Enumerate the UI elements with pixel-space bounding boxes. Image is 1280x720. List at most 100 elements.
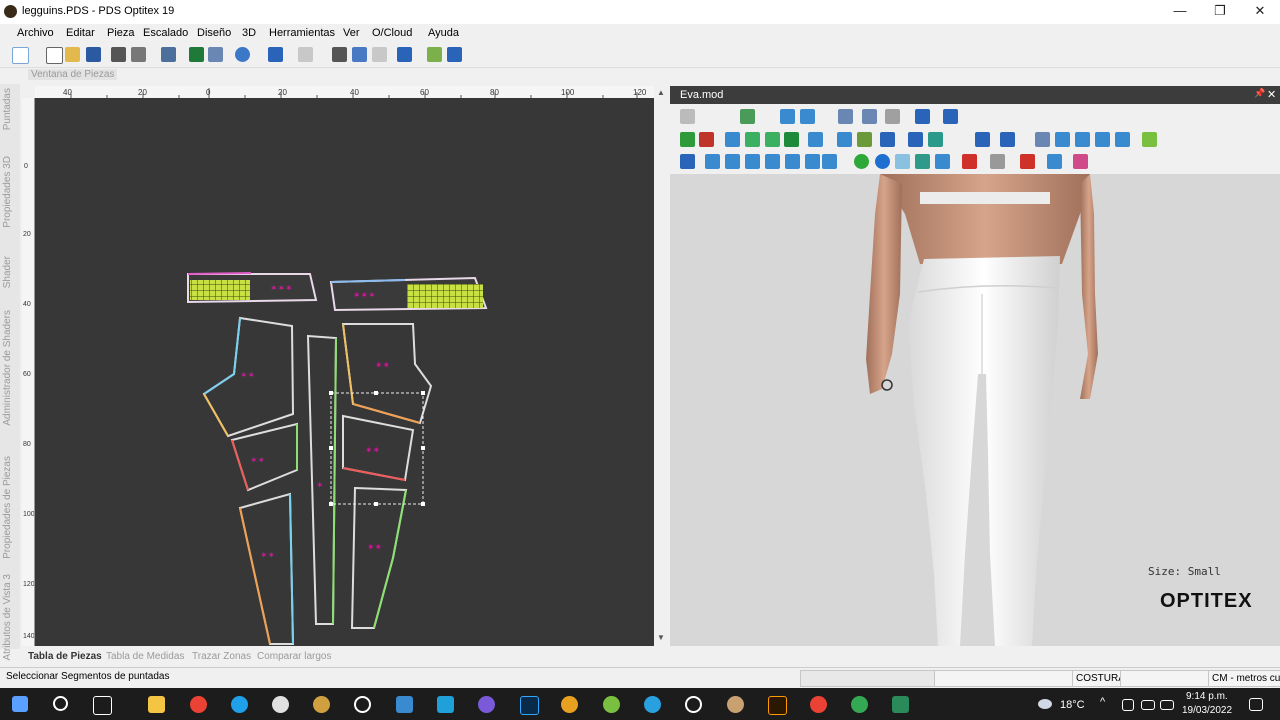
piece-icon[interactable]: [397, 47, 412, 62]
tool-icon[interactable]: [880, 132, 895, 147]
view3d-viewport[interactable]: Size: Small OPTITEX: [670, 174, 1280, 646]
app-icon[interactable]: [478, 696, 495, 713]
export-icon[interactable]: [161, 47, 176, 62]
tool-icon[interactable]: [975, 132, 990, 147]
tool-icon[interactable]: [725, 132, 740, 147]
tool-icon[interactable]: [838, 109, 853, 124]
temperature[interactable]: 18°C: [1060, 699, 1085, 711]
menu-editar[interactable]: Editar: [66, 27, 95, 39]
scroll-down-icon[interactable]: ▼: [657, 633, 665, 642]
scroll-up-icon[interactable]: ▲: [657, 88, 665, 97]
app-icon[interactable]: [313, 696, 330, 713]
task-view-icon[interactable]: [93, 696, 112, 715]
app-icon[interactable]: [685, 696, 702, 713]
play-icon[interactable]: [784, 132, 799, 147]
selection-handle[interactable]: [421, 446, 425, 450]
tool-icon[interactable]: [1115, 132, 1130, 147]
menu-escalado[interactable]: Escalado: [143, 27, 188, 39]
recycle-icon[interactable]: [680, 132, 695, 147]
menu-ayuda[interactable]: Ayuda: [428, 27, 459, 39]
back-leg-piece[interactable]: ✶✶: [238, 492, 295, 645]
piece-window-scrollbar[interactable]: ▲ ▼: [654, 86, 667, 646]
network-icon[interactable]: [1122, 699, 1134, 711]
plot-icon[interactable]: [131, 47, 146, 62]
menu-ocloud[interactable]: O/Cloud: [372, 27, 412, 39]
menu-archivo[interactable]: Archivo: [17, 27, 54, 39]
pattern-canvas[interactable]: ✶✶✶ ✶✶✶ ✶✶ ✶✶ ✶✶ ✶ ✶✶ ✶✶ ✶✶: [35, 98, 654, 646]
close-button[interactable]: ✕: [1240, 0, 1280, 24]
zoom-icon[interactable]: [235, 47, 250, 62]
side-strip-piece[interactable]: ✶: [306, 334, 338, 625]
tool-icon[interactable]: [699, 132, 714, 147]
chevron-up-icon[interactable]: ^: [1100, 696, 1105, 708]
selection-handle[interactable]: [329, 502, 333, 506]
open-folder-icon[interactable]: [65, 47, 80, 62]
tool-icon[interactable]: [885, 109, 900, 124]
save-icon[interactable]: [86, 47, 101, 62]
tab-tabla-piezas[interactable]: Tabla de Piezas: [28, 651, 102, 662]
tool-icon[interactable]: [915, 154, 930, 169]
tab-puntadas[interactable]: Puntadas: [2, 88, 13, 130]
cut-icon[interactable]: [332, 47, 347, 62]
help-icon[interactable]: [447, 47, 462, 62]
tool-icon[interactable]: [1020, 154, 1035, 169]
tool-icon[interactable]: [680, 109, 695, 124]
selection-handle[interactable]: [329, 391, 333, 395]
selection-handle[interactable]: [374, 502, 378, 506]
waistband-right-piece[interactable]: ✶✶✶: [329, 276, 488, 312]
app-icon[interactable]: [437, 696, 454, 713]
tool-icon[interactable]: [935, 154, 950, 169]
clock-time[interactable]: 9:14 p.m.: [1186, 691, 1228, 702]
tool-icon[interactable]: [1095, 132, 1110, 147]
tab-comparar-largos[interactable]: Comparar largos: [257, 651, 331, 662]
windows-start-icon[interactable]: [12, 696, 28, 712]
tool-icon[interactable]: [1142, 132, 1157, 147]
tool-icon[interactable]: [1055, 132, 1070, 147]
selection-handle[interactable]: [421, 502, 425, 506]
cloud-icon[interactable]: [1141, 700, 1155, 710]
view3d-close-icon[interactable]: ✕: [1267, 88, 1276, 101]
menu-ver[interactable]: Ver: [343, 27, 360, 39]
tool-icon[interactable]: [785, 154, 800, 169]
file-explorer-icon[interactable]: [148, 696, 165, 713]
paste-icon[interactable]: [372, 47, 387, 62]
select-arrow-icon[interactable]: [12, 47, 29, 64]
optitex-taskbar-icon[interactable]: [727, 696, 744, 713]
pin-icon[interactable]: 📌: [1254, 88, 1265, 99]
selection-handle[interactable]: [329, 446, 333, 450]
marker-icon[interactable]: [427, 47, 442, 62]
undo-icon[interactable]: [268, 47, 283, 62]
illustrator-icon[interactable]: [768, 696, 787, 715]
tool-icon[interactable]: [862, 109, 877, 124]
piece-window-title[interactable]: Ventana de Piezas: [28, 69, 118, 80]
app-icon[interactable]: [4, 5, 17, 18]
tool-icon[interactable]: [745, 154, 760, 169]
tool-icon[interactable]: [805, 154, 820, 169]
selection-handle[interactable]: [374, 391, 378, 395]
back-lower-piece[interactable]: ✶✶: [230, 422, 298, 492]
app-icon[interactable]: [561, 696, 578, 713]
tool-icon[interactable]: [765, 154, 780, 169]
chrome-icon[interactable]: [810, 696, 827, 713]
tab-administrador-shaders[interactable]: Administrador de Shaders: [2, 310, 13, 426]
tool-icon[interactable]: [822, 154, 837, 169]
clock-date[interactable]: 19/03/2022: [1182, 705, 1232, 716]
tab-shader[interactable]: Shader: [2, 256, 13, 288]
copy-icon[interactable]: [352, 47, 367, 62]
app-icon[interactable]: [603, 696, 620, 713]
tool-icon[interactable]: [780, 109, 795, 124]
front-lower-piece[interactable]: ✶✶: [342, 414, 415, 482]
app-icon[interactable]: [272, 696, 289, 713]
tool-icon[interactable]: [740, 109, 755, 124]
scan-icon[interactable]: [208, 47, 223, 62]
tool-icon[interactable]: [765, 132, 780, 147]
tool-icon[interactable]: [800, 109, 815, 124]
tool-icon[interactable]: [705, 154, 720, 169]
tab-propiedades-3d[interactable]: Propiedades 3D: [2, 156, 13, 228]
tool-icon[interactable]: [808, 132, 823, 147]
menu-3d[interactable]: 3D: [242, 27, 256, 39]
tool-icon[interactable]: [1035, 132, 1050, 147]
tool-icon[interactable]: [990, 154, 1005, 169]
minimize-button[interactable]: —: [1160, 0, 1200, 24]
redo-icon[interactable]: [298, 47, 313, 62]
